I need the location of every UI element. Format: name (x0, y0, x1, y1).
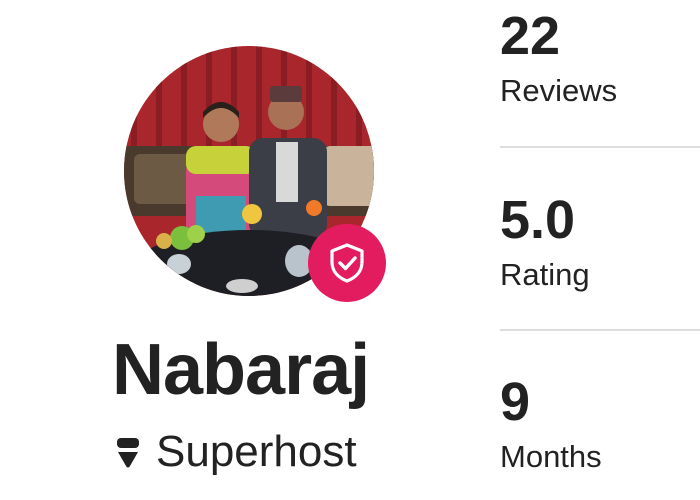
superhost-badge-row: Superhost (116, 424, 357, 480)
stat-divider (500, 329, 700, 331)
verified-badge (308, 224, 386, 302)
stat-label: Rating (500, 257, 590, 292)
stat-months-hosting: 9 Months (500, 372, 700, 476)
stat-value: 5.0 (500, 190, 576, 250)
host-name: Nabaraj (112, 330, 370, 410)
stat-divider (500, 146, 700, 148)
host-profile-card: Nabaraj Superhost 22 Reviews 5.0 Rating … (0, 0, 700, 500)
superhost-label: Superhost (156, 427, 357, 476)
superhost-icon (116, 434, 146, 470)
stat-rating: 5.0 Rating (500, 190, 700, 294)
stat-label: Reviews (500, 73, 618, 108)
stat-label: Months (500, 439, 602, 474)
avatar-container (124, 46, 386, 302)
stat-reviews[interactable]: 22 Reviews (500, 6, 700, 110)
stat-value: 22 (500, 6, 561, 66)
shield-check-icon (330, 243, 364, 283)
stat-value: 9 (500, 372, 531, 432)
